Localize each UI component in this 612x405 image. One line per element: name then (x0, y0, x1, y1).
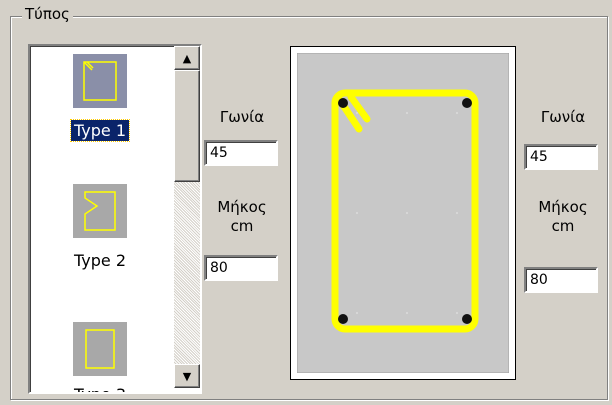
right-angle-label: Γωνία (540, 108, 586, 126)
list-item-type-3[interactable]: Type 3 (30, 314, 170, 392)
right-length-label-line2: cm (551, 217, 575, 235)
scroll-up-button[interactable]: ▲ (174, 46, 200, 70)
list-item-label: Type 2 (73, 251, 126, 270)
left-angle-field[interactable] (204, 140, 278, 166)
rebar-dot (338, 314, 348, 324)
stirrup-type2-icon (73, 184, 127, 238)
list-item-type-1[interactable]: Type 1 (30, 46, 170, 156)
left-length-label: Μήκος cm (200, 198, 284, 236)
left-length-label-line2: cm (230, 217, 254, 235)
right-length-label: Μήκος cm (518, 198, 608, 236)
group-title: Τύπος (22, 4, 73, 24)
left-length-label-line1: Μήκος (217, 198, 267, 216)
stirrup-type-listbox[interactable]: Type 1 Type 2 Type 3 ▲ ▼ (28, 44, 202, 394)
arrow-down-icon: ▼ (182, 369, 192, 383)
rebar-dot (462, 98, 472, 108)
rebar-dot (338, 98, 348, 108)
stirrup-drawing (297, 53, 509, 373)
list-item-type-2[interactable]: Type 2 (30, 176, 170, 286)
rebar-dot (462, 314, 472, 324)
list-scrollbar[interactable]: ▲ ▼ (174, 46, 200, 388)
scroll-thumb[interactable] (174, 70, 200, 182)
left-angle-label: Γωνία (219, 108, 265, 126)
list-item-label: Type 3 (30, 384, 170, 392)
right-length-label-line1: Μήκος (538, 198, 588, 216)
stirrup-type3-icon (73, 322, 127, 376)
right-length-field[interactable] (524, 267, 598, 293)
scroll-down-button[interactable]: ▼ (174, 364, 200, 388)
left-length-field[interactable] (204, 255, 278, 281)
stirrup-preview (290, 46, 516, 380)
right-angle-field[interactable] (524, 144, 598, 170)
arrow-up-icon: ▲ (182, 51, 192, 65)
list-item-label: Type 1 (30, 119, 170, 142)
stirrup-type1-icon (73, 54, 127, 108)
